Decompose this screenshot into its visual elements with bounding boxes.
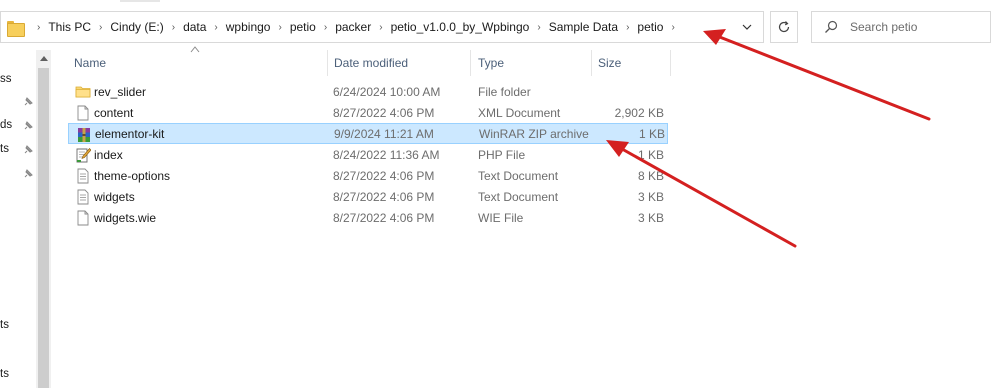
file-date: 8/27/2022 4:06 PM — [333, 168, 435, 183]
breadcrumb-item[interactable]: wpbingo — [226, 20, 271, 34]
navigation-pane: ss ds ts ts ts — [0, 50, 36, 388]
file-date: 8/27/2022 4:06 PM — [333, 189, 435, 204]
breadcrumb-item[interactable]: Cindy (E:) — [110, 20, 163, 34]
chevron-right-icon[interactable]: › — [324, 22, 327, 33]
file-type: Text Document — [478, 189, 559, 204]
chevron-right-icon[interactable]: › — [537, 22, 540, 33]
pin-icon — [24, 121, 33, 130]
window-top-strip — [0, 0, 991, 8]
breadcrumb-item[interactable]: Sample Data — [549, 20, 618, 34]
nav-item-label[interactable]: ts — [0, 368, 9, 380]
breadcrumb: › This PC › Cindy (E:) › data › wpbingo … — [29, 12, 683, 42]
file-size: 3 KB — [637, 189, 664, 204]
column-header-label: Type — [478, 56, 505, 70]
file-row[interactable]: content 8/27/2022 4:06 PM XML Document 2… — [68, 102, 668, 123]
scrollbar-thumb[interactable] — [38, 68, 49, 388]
column-header-label: Name — [74, 56, 107, 70]
file-row[interactable]: widgets 8/27/2022 4:06 PM Text Document … — [68, 186, 668, 207]
nav-item-label[interactable]: ts — [0, 143, 9, 155]
chevron-right-icon[interactable]: › — [172, 22, 175, 33]
pin-icon — [24, 97, 33, 106]
file-size: 1 KB — [637, 147, 664, 162]
file-date: 9/9/2024 11:21 AM — [334, 126, 434, 141]
navigation-pane-scrollbar[interactable] — [36, 50, 51, 388]
file-size: 1 KB — [638, 126, 665, 141]
search-box[interactable] — [811, 11, 991, 43]
file-name: widgets.wie — [94, 210, 157, 225]
php-file-icon — [76, 148, 91, 163]
breadcrumb-item[interactable]: packer — [335, 20, 371, 34]
refresh-icon — [778, 21, 790, 33]
file-type: Text Document — [478, 168, 559, 183]
nav-item-label[interactable]: ds — [0, 119, 12, 131]
top-strip-fragment — [120, 0, 160, 2]
breadcrumb-item[interactable]: petio — [290, 20, 316, 34]
file-type: XML Document — [478, 105, 561, 120]
column-header-label: Date modified — [334, 56, 409, 70]
breadcrumb-item[interactable]: This PC — [48, 20, 91, 34]
nav-item-label[interactable]: ts — [0, 319, 9, 331]
pin-icon — [24, 169, 33, 178]
file-row[interactable]: widgets.wie 8/27/2022 4:06 PM WIE File 3… — [68, 207, 668, 228]
file-type: File folder — [478, 84, 531, 99]
file-name: elementor-kit — [95, 126, 165, 141]
column-header-name[interactable]: Name — [68, 50, 328, 76]
chevron-right-icon[interactable]: › — [278, 22, 281, 33]
search-input[interactable] — [850, 20, 980, 34]
file-date: 8/24/2022 11:36 AM — [333, 147, 440, 162]
folder-icon — [75, 86, 91, 98]
breadcrumb-item[interactable]: petio_v1.0.0_by_Wpbingo — [391, 20, 530, 34]
refresh-button[interactable] — [770, 11, 798, 43]
scroll-up-button[interactable] — [36, 50, 51, 66]
file-row[interactable]: index 8/24/2022 11:36 AM PHP File 1 KB — [68, 144, 668, 165]
column-header-size[interactable]: Size — [592, 50, 671, 76]
chevron-right-icon[interactable]: › — [626, 22, 629, 33]
file-size: 3 KB — [637, 210, 664, 225]
nav-item-label[interactable]: ss — [0, 73, 12, 85]
file-size: 8 KB — [637, 168, 664, 183]
file-type: WinRAR ZIP archive — [479, 126, 589, 141]
text-document-icon — [77, 168, 89, 184]
file-name: index — [94, 147, 123, 162]
address-history-dropdown[interactable] — [731, 12, 763, 42]
file-name: widgets — [94, 189, 135, 204]
file-row[interactable]: rev_slider 6/24/2024 10:00 AM File folde… — [68, 81, 668, 102]
file-name: content — [94, 105, 134, 120]
file-size: 2,902 KB — [614, 105, 664, 120]
document-icon — [77, 210, 89, 226]
chevron-right-icon[interactable]: › — [99, 22, 102, 33]
scroll-up-arrow-icon — [39, 56, 48, 61]
file-date: 8/27/2022 4:06 PM — [333, 105, 435, 120]
search-icon — [825, 20, 838, 33]
file-date: 8/27/2022 4:06 PM — [333, 210, 435, 225]
column-header-date[interactable]: Date modified — [328, 50, 471, 76]
chevron-right-icon[interactable]: › — [214, 22, 217, 33]
column-header-type[interactable]: Type — [472, 50, 592, 76]
file-list: rev_slider 6/24/2024 10:00 AM File folde… — [68, 81, 668, 228]
column-header-label: Size — [598, 56, 622, 70]
address-bar[interactable]: › This PC › Cindy (E:) › data › wpbingo … — [0, 11, 764, 43]
file-row[interactable]: theme-options 8/27/2022 4:06 PM Text Doc… — [68, 165, 668, 186]
file-name: rev_slider — [94, 84, 147, 99]
file-type: PHP File — [478, 147, 526, 162]
file-date: 6/24/2024 10:00 AM — [333, 84, 441, 99]
chevron-right-icon[interactable]: › — [671, 22, 674, 33]
document-icon — [77, 105, 89, 121]
file-name: theme-options — [94, 168, 171, 183]
breadcrumb-item[interactable]: data — [183, 20, 206, 34]
winrar-archive-icon — [78, 128, 90, 142]
breadcrumb-item-current[interactable]: petio — [637, 20, 663, 34]
file-row-selected[interactable]: elementor-kit 9/9/2024 11:21 AM WinRAR Z… — [68, 123, 668, 144]
text-document-icon — [77, 189, 89, 205]
chevron-down-icon — [742, 24, 752, 30]
pin-icon — [24, 145, 33, 154]
chevron-right-icon[interactable]: › — [37, 22, 40, 33]
folder-icon — [7, 21, 25, 37]
file-type: WIE File — [478, 210, 524, 225]
chevron-right-icon[interactable]: › — [379, 22, 382, 33]
